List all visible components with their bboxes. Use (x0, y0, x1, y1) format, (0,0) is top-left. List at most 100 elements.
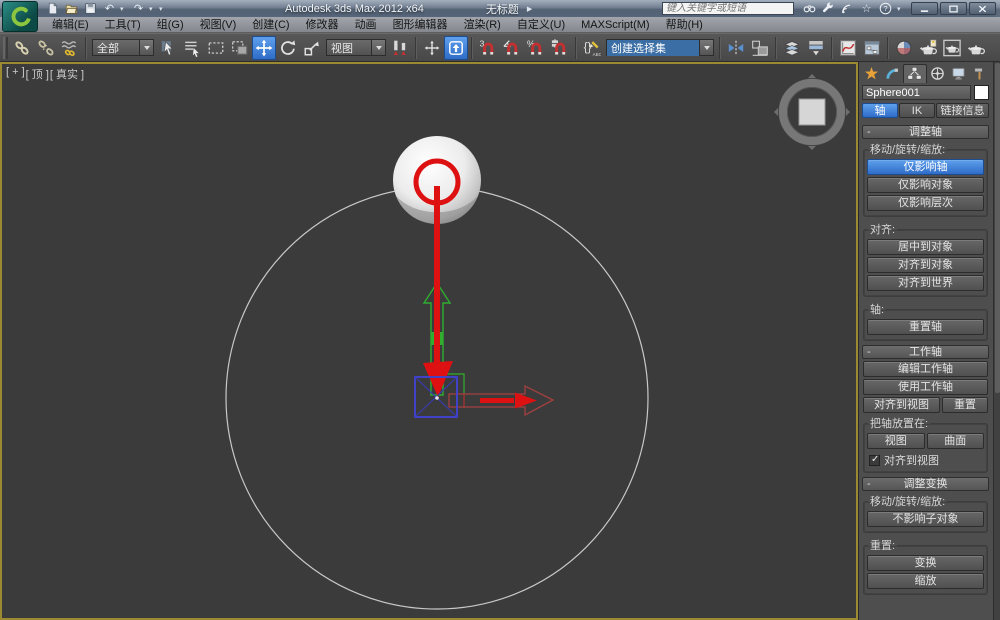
minimize-icon[interactable] (911, 2, 938, 15)
place-surface-button[interactable]: 曲面 (926, 433, 984, 449)
redo-dropdown-icon[interactable]: ▾ (149, 5, 157, 13)
keyboard-override-icon[interactable] (444, 35, 468, 60)
ribbon-toggle-icon[interactable] (804, 36, 828, 60)
dropdown-arrow-icon[interactable] (371, 40, 385, 55)
reset-button[interactable]: 重置 (941, 397, 988, 413)
rollout-adjust-transform[interactable]: 调整变换 (862, 477, 989, 491)
viewcube-top-face[interactable] (798, 98, 826, 126)
use-pivot-center-icon[interactable] (388, 36, 412, 60)
menu-create[interactable]: 创建(C) (244, 17, 297, 33)
select-and-link-icon[interactable] (10, 36, 34, 60)
manage-layers-icon[interactable] (780, 36, 804, 60)
dropdown-arrow-icon[interactable] (699, 40, 713, 55)
menu-customize[interactable]: 自定义(U) (509, 17, 573, 33)
dont-affect-children-button[interactable]: 不影响子对象 (867, 511, 984, 527)
subtab-ik[interactable]: IK (899, 103, 935, 118)
rollout-adjust-pivot[interactable]: 调整轴 (862, 125, 989, 139)
viewport-top[interactable]: [ + ] [ 顶 ] [ 真实 ] (0, 62, 858, 620)
help-dropdown-icon[interactable]: ▾ (897, 5, 905, 13)
menu-rendering[interactable]: 渲染(R) (456, 17, 509, 33)
rectangular-region-icon[interactable] (204, 36, 228, 60)
object-name-input[interactable]: Sphere001 (862, 85, 971, 100)
reference-coordinate-dropdown[interactable]: 视图 (326, 39, 386, 56)
window-crossing-icon[interactable] (228, 36, 252, 60)
undo-icon[interactable]: ↶ (101, 2, 118, 16)
align-to-view-button[interactable]: 对齐到视图 (863, 397, 940, 413)
reset-pivot-button[interactable]: 重置轴 (867, 319, 984, 335)
toolbar-grip[interactable] (3, 36, 8, 59)
menu-graph-editors[interactable]: 图形编辑器 (385, 17, 456, 33)
communication-center-icon[interactable] (840, 2, 855, 15)
favorites-star-icon[interactable]: ☆ (859, 2, 874, 15)
infocenter-arrow-icon[interactable]: ▶ (527, 5, 535, 13)
open-file-icon[interactable] (63, 2, 80, 16)
redo-icon[interactable]: ↷ (130, 2, 147, 16)
menu-views[interactable]: 视图(V) (192, 17, 245, 33)
mirror-icon[interactable] (724, 36, 748, 60)
place-view-button[interactable]: 视图 (867, 433, 925, 449)
help-icon[interactable]: ? (878, 2, 893, 15)
dropdown-arrow-icon[interactable] (139, 40, 153, 55)
tab-create[interactable] (861, 64, 882, 83)
tab-modify[interactable] (882, 64, 903, 83)
viewport-view-label[interactable]: [ 顶 ] (26, 66, 49, 82)
material-editor-icon[interactable] (892, 36, 916, 60)
viewport-menu-label[interactable]: [ + ] (6, 66, 25, 82)
select-by-name-icon[interactable] (180, 36, 204, 60)
bind-to-space-warp-icon[interactable] (58, 36, 82, 60)
menu-group[interactable]: 组(G) (149, 17, 192, 33)
render-production-icon[interactable] (964, 36, 988, 60)
unlink-selection-icon[interactable] (34, 36, 58, 60)
subtab-link-info[interactable]: 链接信息 (936, 103, 989, 118)
affect-hierarchy-only-button[interactable]: 仅影响层次 (867, 195, 984, 211)
panel-scrollbar-thumb[interactable] (995, 63, 1000, 393)
menu-edit[interactable]: 编辑(E) (44, 17, 97, 33)
subtab-pivot[interactable]: 轴 (862, 103, 898, 118)
reset-scale-button[interactable]: 缩放 (867, 573, 984, 589)
object-color-swatch[interactable] (974, 85, 989, 100)
tab-motion[interactable] (927, 64, 948, 83)
percent-snap-icon[interactable]: % (524, 36, 548, 60)
schematic-view-icon[interactable] (860, 36, 884, 60)
close-icon[interactable] (969, 2, 996, 15)
maximize-icon[interactable] (940, 2, 967, 15)
tab-utilities[interactable] (969, 64, 990, 83)
menu-tools[interactable]: 工具(T) (97, 17, 149, 33)
max-logo-icon[interactable] (2, 1, 38, 32)
select-and-manipulate-icon[interactable] (420, 36, 444, 60)
center-to-object-button[interactable]: 居中到对象 (867, 239, 984, 255)
rendered-frame-icon[interactable] (940, 36, 964, 60)
tab-hierarchy[interactable] (903, 63, 927, 83)
undo-dropdown-icon[interactable]: ▾ (120, 5, 128, 13)
snap-3d-icon[interactable]: 3 (476, 36, 500, 60)
reset-transform-button[interactable]: 变换 (867, 555, 984, 571)
gizmo-x-axis-arrowhead[interactable] (515, 392, 537, 409)
new-file-icon[interactable] (44, 2, 61, 16)
menu-modifiers[interactable]: 修改器 (298, 17, 347, 33)
use-working-pivot-button[interactable]: 使用工作轴 (863, 379, 988, 395)
panel-scrollbar[interactable] (993, 62, 1000, 620)
infocenter-search-input[interactable] (662, 2, 794, 15)
align-icon[interactable] (748, 36, 772, 60)
align-to-object-button[interactable]: 对齐到对象 (867, 257, 984, 273)
viewport-shading-label[interactable]: [ 真实 ] (50, 66, 84, 82)
named-selection-dropdown[interactable]: 创建选择集 (606, 39, 714, 56)
select-and-scale-icon[interactable] (300, 36, 324, 60)
menu-animation[interactable]: 动画 (347, 17, 385, 33)
menu-help[interactable]: 帮助(H) (658, 17, 711, 33)
curve-editor-icon[interactable] (836, 36, 860, 60)
menu-maxscript[interactable]: MAXScript(M) (573, 17, 657, 33)
edit-working-pivot-button[interactable]: 编辑工作轴 (863, 361, 988, 377)
render-setup-icon[interactable] (916, 36, 940, 60)
spinner-snap-icon[interactable] (548, 36, 572, 60)
select-object-icon[interactable] (156, 36, 180, 60)
affect-object-only-button[interactable]: 仅影响对象 (867, 177, 984, 193)
edit-named-sets-icon[interactable]: {} ABC (580, 36, 604, 60)
save-file-icon[interactable] (82, 2, 99, 16)
align-to-view-checkbox[interactable] (869, 454, 880, 466)
select-and-move-icon[interactable] (252, 35, 276, 60)
quick-access-dropdown-icon[interactable]: ▾ (159, 5, 167, 13)
affect-pivot-only-button[interactable]: 仅影响轴 (867, 159, 984, 175)
select-and-rotate-icon[interactable] (276, 36, 300, 60)
align-to-world-button[interactable]: 对齐到世界 (867, 275, 984, 291)
